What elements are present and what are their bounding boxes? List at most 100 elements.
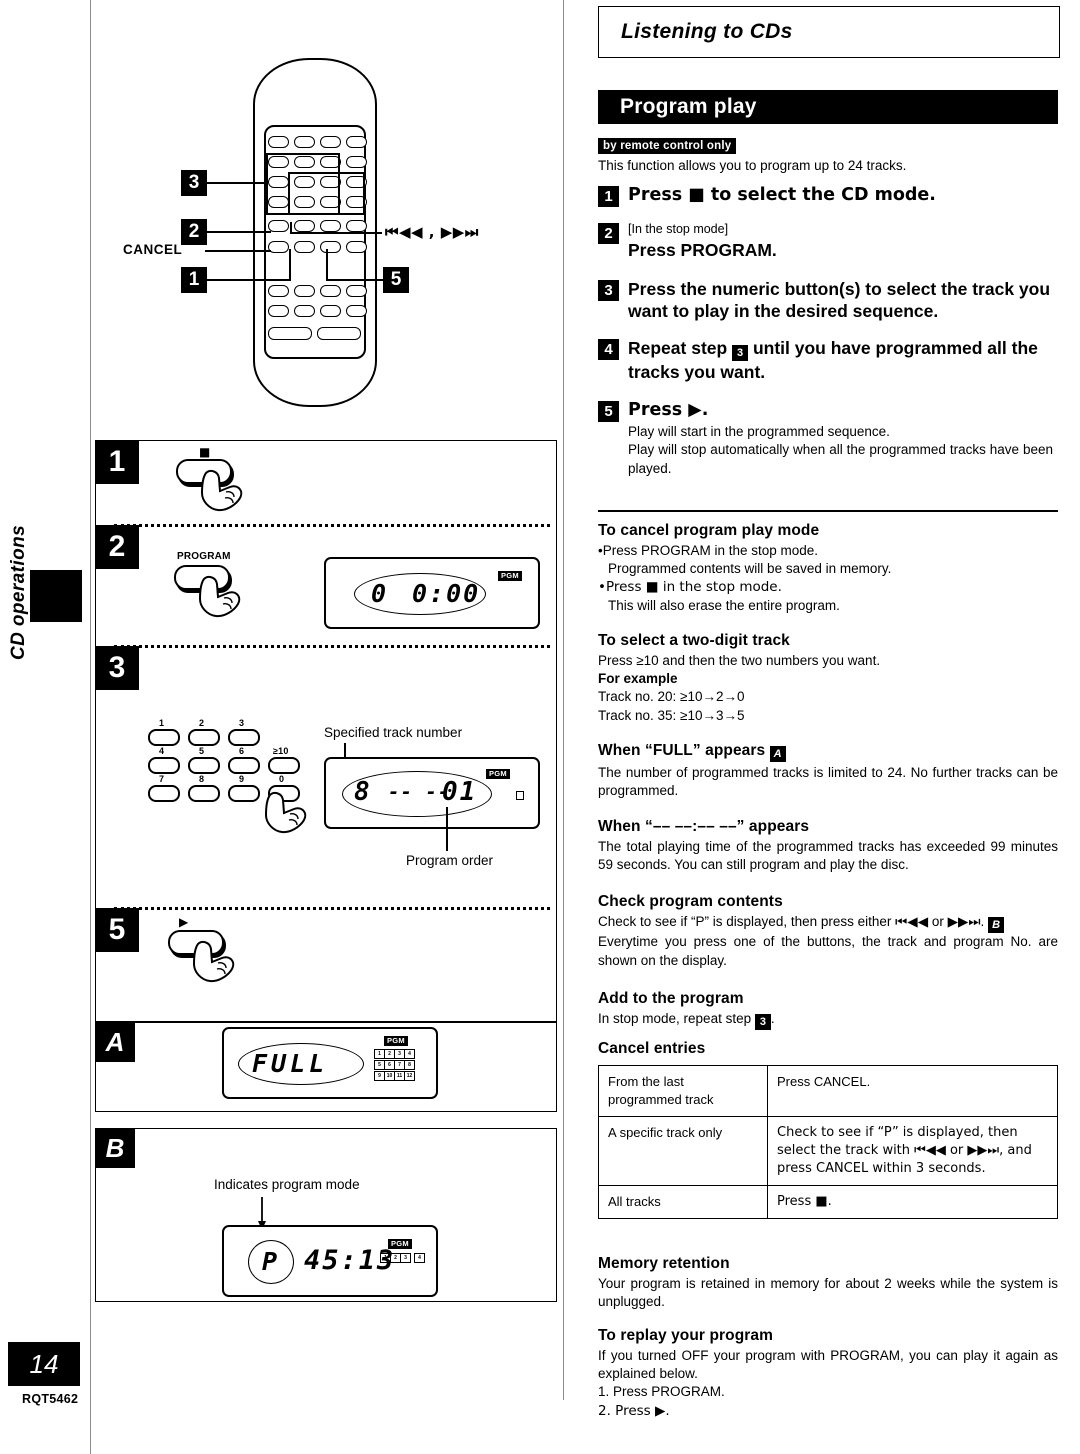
dashes-appear-heading: When “–– ––:–– ––” appears [598, 818, 810, 835]
lcd-time: 0:00 [412, 579, 481, 608]
cancel-entries-heading: Cancel entries [598, 1040, 706, 1057]
remote-cancel-label: CANCEL [123, 242, 183, 257]
page-number: 14 [29, 1348, 59, 1379]
remote-only-badge: by remote control only [598, 138, 737, 155]
annotation-indicates-program-mode: Indicates program mode [214, 1177, 360, 1192]
full-appears-reference-badge: A [769, 746, 786, 762]
pointing-hand-icon [192, 940, 235, 983]
add-program-reference-badge: 3 [754, 1014, 771, 1031]
check-contents-reference-badge: B [988, 917, 1005, 934]
memory-retention-heading: Memory retention [598, 1255, 730, 1272]
document-code: RQT5462 [22, 1392, 79, 1406]
step-4-text-a: Repeat step [628, 338, 728, 359]
disc-indicator-icon [516, 791, 524, 800]
keypad-label: 5 [199, 746, 205, 756]
chapter-tab-marker [30, 570, 82, 622]
program-key-label: PROGRAM [177, 551, 231, 562]
keypad-row: 4 5 6 ≥10 [148, 746, 300, 774]
table-row: A specific track only Check to see if “P… [598, 1115, 1058, 1186]
keypad-label: 6 [239, 746, 245, 756]
cancel-mode-bullet-1: •Press PROGRAM in the stop mode. [598, 542, 1058, 560]
track-number-matrix: 1 2 3 4 5 6 7 8 9 10 11 12 [374, 1049, 415, 1081]
keypad-label: 9 [239, 774, 245, 784]
remote-button-row [268, 285, 367, 297]
skip-back-icon: ⏮◀◀ [895, 914, 929, 930]
remote-button-row [268, 327, 361, 340]
track-cell: 4 [404, 1049, 415, 1059]
keypad-row: 1 2 3 [148, 718, 260, 746]
step-precondition-2: [In the stop mode] [628, 222, 729, 236]
add-program-heading: Add to the program [598, 990, 744, 1007]
keypad-label: 3 [239, 718, 245, 728]
dashes-appear-block: When “–– ––:–– ––” appears The total pla… [598, 818, 1058, 874]
cancel-entry-action: Press ■. [767, 1184, 1058, 1219]
two-digit-example-1: Track no. 20: ≥10→2→0 [598, 689, 745, 705]
step-badge-5: 5 [598, 400, 619, 422]
full-appears-body: The number of programmed tracks is limit… [598, 765, 1058, 799]
step-divider [114, 907, 550, 910]
step-badge-2: 2 [598, 223, 619, 244]
annotation-leader-bottom [446, 807, 448, 851]
step-divider [114, 645, 550, 648]
replay-block: To replay your program If you turned OFF… [598, 1327, 1058, 1420]
cancel-entry-condition: All tracks [598, 1184, 768, 1219]
cancel-mode-heading: To cancel program play mode [598, 522, 820, 539]
lcd-mode-indicator: P [262, 1247, 280, 1276]
illustration-badge-2: 2 [95, 525, 139, 569]
lcd-display-step2: 0 0:00 PGM [324, 557, 540, 629]
two-digit-line-1: Press ≥10 and then the two numbers you w… [598, 653, 881, 668]
track-cell: 4 [414, 1253, 425, 1263]
callout-3-leader [207, 182, 267, 184]
annotation-specified-track-number: Specified track number [324, 725, 463, 740]
full-appears-heading: When “FULL” appears A [598, 742, 1058, 762]
step-item-5: 5 Press ▶. Play will start in the progra… [598, 399, 1058, 478]
section-header-bar: Program play [598, 90, 1058, 124]
step-item-2: 2 [In the stop mode] Press PROGRAM. [598, 221, 1058, 262]
step-text-5: Press ▶. [628, 399, 709, 420]
step-item-4: 4 Repeat step 3 until you have programme… [598, 337, 1058, 383]
numeric-group-highlight-extension [288, 172, 365, 215]
callout-2-leader [207, 231, 271, 233]
annotation-program-order: Program order [406, 853, 494, 868]
panel-b-frame: B Indicates program mode P 45:13 PGM 1 2… [95, 1128, 557, 1302]
cancel-entry-action: Check to see if “P” is displayed, then s… [767, 1115, 1058, 1186]
check-contents-heading: Check program contents [598, 893, 783, 910]
check-contents-block: Check program contents Check to see if “… [598, 893, 1058, 970]
keypad-label: 2 [199, 718, 205, 728]
skip-leader-riser [290, 222, 292, 234]
skip-forward-icon: ▶▶⏭ [947, 914, 981, 930]
remote-button-row [268, 220, 367, 232]
two-digit-example-2: Track no. 35: ≥10→3→5 [598, 707, 745, 723]
pointing-hand-icon [200, 469, 243, 512]
track-cell: 3 [400, 1253, 411, 1263]
add-program-line-b: . [770, 1011, 775, 1026]
replay-item-1: 1. Press PROGRAM. [598, 1384, 725, 1400]
step-text-2: Press PROGRAM. [628, 240, 777, 261]
add-program-block: Add to the program In stop mode, repeat … [598, 990, 1058, 1031]
cancel-mode-bullet-2: •Press ■ in the stop mode. [598, 578, 1058, 596]
panel-a-frame: A FULL PGM 1 2 3 4 5 6 7 8 9 10 11 12 [95, 1022, 557, 1112]
two-digit-heading: To select a two-digit track [598, 632, 790, 649]
callout-1-leader [207, 279, 291, 281]
add-program-line-a: In stop mode, repeat step [598, 1011, 752, 1026]
section-divider [598, 510, 1058, 512]
cancel-entries-table: From the last programmed track Press CAN… [598, 1065, 1058, 1219]
chapter-header-box: Listening to CDs [598, 6, 1060, 58]
callout-5-leader-riser [326, 249, 328, 281]
step-badge-4: 4 [598, 339, 619, 361]
skip-leader [290, 232, 382, 234]
two-digit-example-heading: For example [598, 671, 678, 687]
panel-b-badge: B [95, 1128, 135, 1168]
illustration-badge-5: 5 [95, 908, 139, 952]
check-contents-line-1: Check to see if “P” is displayed, then p… [598, 913, 1058, 934]
memory-retention-block: Memory retention Your program is retaine… [598, 1255, 1058, 1311]
remote-control-figure: 3 2 CANCEL 1 5 ⏮◀◀ , ▶▶⏭ [95, 40, 560, 440]
remote-only-note: by remote control only This function all… [598, 136, 1058, 176]
step-5-note-1: Play will start in the programmed sequen… [628, 424, 890, 440]
illustration-badge-3: 3 [95, 646, 139, 690]
section-intro: This function allows you to program up t… [598, 158, 907, 174]
step-badge-1: 1 [598, 186, 619, 207]
pgm-indicator: PGM [498, 571, 522, 581]
remote-skip-label: ⏮◀◀ , ▶▶⏭ [385, 223, 479, 241]
lcd-program-order: 01 [442, 777, 478, 807]
